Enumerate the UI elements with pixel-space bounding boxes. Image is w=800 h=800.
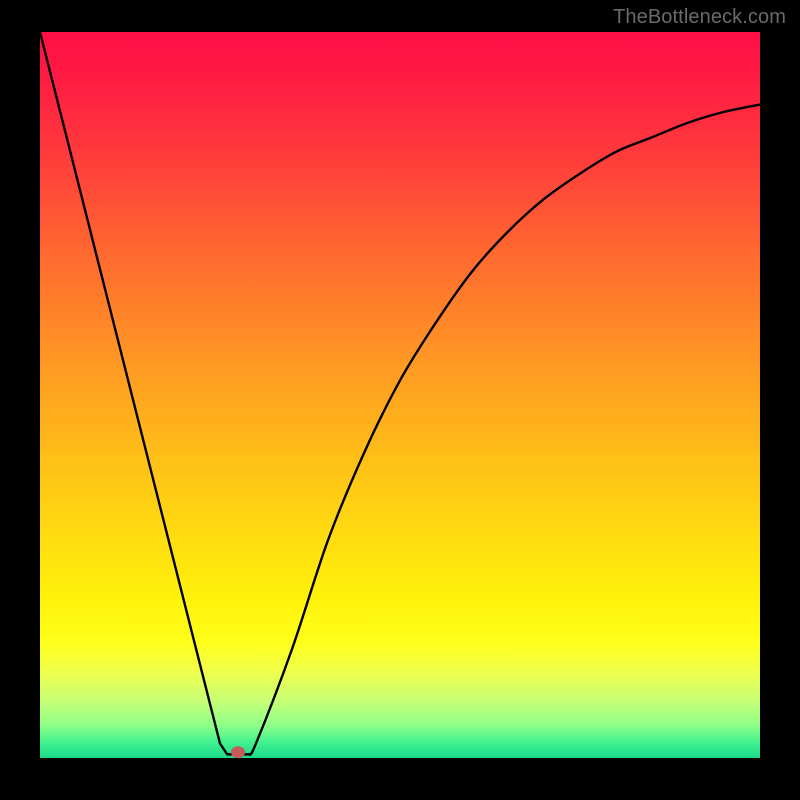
bottleneck-chart xyxy=(0,0,800,800)
optimal-marker xyxy=(231,746,245,758)
chart-frame: TheBottleneck.com xyxy=(0,0,800,800)
plot-background xyxy=(40,32,760,758)
watermark-text: TheBottleneck.com xyxy=(613,6,786,29)
